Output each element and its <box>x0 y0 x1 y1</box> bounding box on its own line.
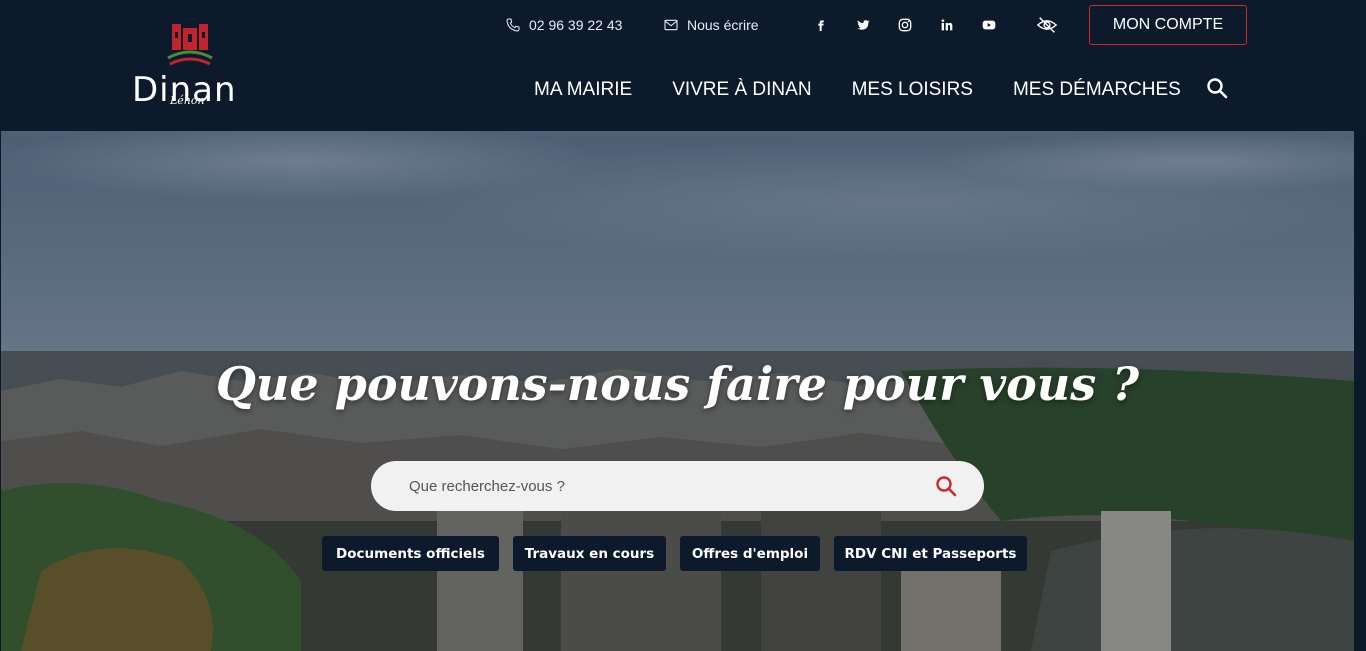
twitter-icon[interactable] <box>852 14 874 36</box>
hero-title: Que pouvons-nous faire pour vous ? <box>215 357 1140 411</box>
eye-slash-icon <box>1036 17 1058 33</box>
contact-label: Nous écrire <box>687 17 759 33</box>
facebook-icon[interactable] <box>810 14 832 36</box>
youtube-icon[interactable] <box>978 14 1000 36</box>
nav-item-ma-mairie[interactable]: MA MAIRIE <box>534 79 632 101</box>
contact-link[interactable]: Nous écrire <box>663 0 759 50</box>
instagram-icon[interactable] <box>894 14 916 36</box>
phone-icon <box>506 18 520 32</box>
nav-item-vivre-a-dinan[interactable]: VIVRE À DINAN <box>672 79 811 101</box>
hero-banner: Que pouvons-nous faire pour vous ? Docum… <box>1 131 1354 651</box>
castle-logo-icon <box>167 24 213 66</box>
account-button[interactable]: MON COMPTE <box>1089 5 1247 45</box>
logo-subtitle: Léhon <box>170 94 205 107</box>
nav-item-mes-demarches[interactable]: MES DÉMARCHES <box>1013 79 1181 101</box>
accessibility-toggle[interactable] <box>1036 0 1058 50</box>
phone-link[interactable]: 02 96 39 22 43 <box>505 0 622 50</box>
quick-link-documents[interactable]: Documents officiels <box>322 536 499 571</box>
mail-icon <box>664 19 678 31</box>
search-box <box>371 461 984 511</box>
quick-link-emploi[interactable]: Offres d'emploi <box>680 536 820 571</box>
quick-link-travaux[interactable]: Travaux en cours <box>513 536 666 571</box>
linkedin-icon[interactable] <box>936 14 958 36</box>
main-nav: MA MAIRIE VIVRE À DINAN MES LOISIRS MES … <box>534 70 1221 110</box>
social-links <box>810 0 1000 50</box>
phone-number: 02 96 39 22 43 <box>529 17 623 33</box>
nav-item-mes-loisirs[interactable]: MES LOISIRS <box>852 79 973 101</box>
site-header: Dinan Léhon 02 96 39 22 43 Nous écrire M… <box>0 0 1366 131</box>
site-logo[interactable]: Dinan Léhon <box>130 18 250 113</box>
search-input[interactable] <box>409 461 909 511</box>
search-icon[interactable] <box>1205 76 1229 100</box>
search-submit-icon[interactable] <box>934 474 958 498</box>
quick-link-rdv-cni[interactable]: RDV CNI et Passeports <box>834 536 1027 571</box>
